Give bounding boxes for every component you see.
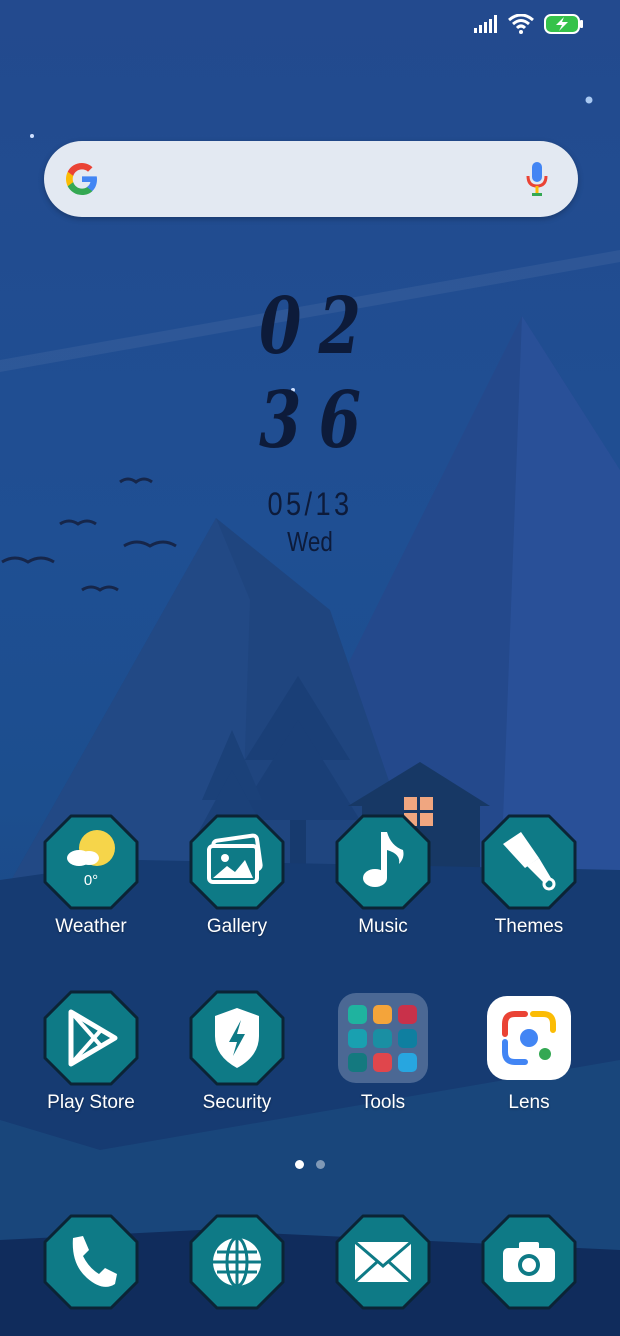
app-music[interactable]: Music: [310, 814, 456, 938]
camera-icon: [503, 1242, 555, 1282]
dock-camera[interactable]: [456, 1214, 602, 1310]
weather-temperature: 0°: [83, 872, 99, 889]
wifi-icon: [508, 14, 534, 34]
app-label: Weather: [55, 916, 127, 937]
folder-tools[interactable]: Tools: [310, 990, 456, 1114]
mic-icon[interactable]: [526, 161, 548, 197]
paintbrush-icon: [503, 832, 556, 891]
dock-browser[interactable]: [164, 1214, 310, 1310]
battery-charging-icon: [544, 14, 583, 34]
folder-icon: [338, 993, 428, 1083]
app-lens[interactable]: Lens: [456, 990, 602, 1114]
clock-hour[interactable]: 02: [68, 288, 552, 366]
dock-mail[interactable]: [310, 1214, 456, 1310]
gallery-icon: [207, 833, 263, 884]
play-store-icon: [68, 1009, 118, 1067]
folder-label: Tools: [360, 1092, 406, 1113]
page-dot-1[interactable]: [295, 1160, 304, 1169]
clock-weekday[interactable]: Wed: [62, 526, 558, 558]
music-note-icon: [363, 832, 404, 887]
weather-icon: [67, 830, 115, 866]
page-dot-2[interactable]: [316, 1160, 325, 1169]
app-label: Play Store: [47, 1092, 135, 1113]
google-logo-icon: [66, 163, 97, 195]
app-label: Themes: [494, 916, 564, 937]
security-shield-icon: [215, 1008, 259, 1068]
browser-globe-icon: [213, 1236, 261, 1288]
lens-icon: [502, 1011, 556, 1065]
app-label: Lens: [508, 1092, 550, 1113]
dock-phone[interactable]: [18, 1214, 164, 1310]
mail-icon: [353, 1240, 413, 1284]
app-security[interactable]: Security: [164, 990, 310, 1114]
app-label: Music: [358, 916, 408, 937]
page-indicator[interactable]: [0, 1160, 620, 1169]
app-label: Gallery: [206, 916, 268, 937]
clock-date[interactable]: 05/13: [47, 486, 574, 523]
google-search-bar[interactable]: [44, 141, 578, 217]
app-weather[interactable]: 0° Weather: [18, 814, 164, 938]
app-label: Security: [202, 1092, 272, 1113]
app-gallery[interactable]: Gallery: [164, 814, 310, 938]
phone-icon: [72, 1236, 117, 1287]
status-bar: [474, 14, 584, 34]
app-themes[interactable]: Themes: [456, 814, 602, 938]
app-play-store[interactable]: Play Store: [18, 990, 164, 1114]
clock-minute[interactable]: 36: [68, 382, 552, 460]
cellular-signal-icon: [474, 15, 497, 33]
